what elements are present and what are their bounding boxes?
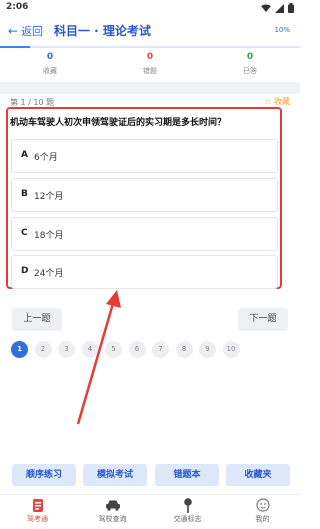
option-letter: B: [21, 189, 28, 199]
status-bar: 2:06: [0, 0, 300, 16]
profile-icon: [255, 498, 270, 512]
favorites-button[interactable]: 收藏夹: [226, 464, 290, 486]
question-pager: 1 2 3 4 5 6 7 8 9 10: [11, 341, 240, 358]
mock-exam-button[interactable]: 模拟考试: [83, 464, 147, 486]
stat-answered: 0 已答: [200, 52, 300, 76]
wrong-questions-button[interactable]: 错题本: [155, 464, 219, 486]
option-c[interactable]: C 18个月: [11, 217, 278, 251]
option-text: 18个月: [34, 231, 64, 241]
divider-band: [0, 82, 300, 94]
page-dot[interactable]: 2: [34, 341, 52, 358]
favorite-button[interactable]: ☆ 收藏: [264, 96, 290, 107]
page-dot[interactable]: 1: [11, 341, 28, 358]
next-question-button[interactable]: 下一题: [238, 308, 288, 331]
tab-label: 驾校查询: [98, 515, 127, 523]
exam-doc-icon: [32, 498, 43, 512]
page-dot[interactable]: 10: [222, 341, 240, 358]
tab-label: 驾考通: [27, 515, 48, 523]
stat-wrong: 0 错题: [100, 52, 200, 76]
wifi-icon: [261, 4, 271, 12]
stat-answered-label: 已答: [243, 67, 257, 75]
page-dot[interactable]: 7: [152, 341, 169, 358]
option-text: 6个月: [34, 153, 58, 163]
progress-percent: 10%: [274, 26, 290, 34]
tab-traffic-signs[interactable]: 交通标志: [150, 497, 225, 524]
page-dot[interactable]: 5: [105, 341, 122, 358]
tab-label: 交通标志: [173, 515, 202, 523]
stats-row: 0 收藏 0 错题 0 已答: [0, 48, 300, 82]
page-title: 科目一 · 理论考试: [54, 24, 151, 38]
prev-question-button[interactable]: 上一题: [12, 308, 62, 331]
signal-icon: [275, 3, 284, 13]
option-letter: C: [21, 228, 28, 238]
tab-school-search[interactable]: 驾校查询: [75, 497, 150, 524]
page-dot[interactable]: 6: [128, 341, 146, 358]
status-time: 2:06: [6, 2, 29, 12]
back-label: 返回: [21, 25, 44, 38]
page-dot[interactable]: 9: [199, 341, 216, 358]
page-dot[interactable]: 3: [58, 341, 75, 358]
sequential-practice-button[interactable]: 顺序练习: [12, 464, 76, 486]
stat-favorites-value: 0: [46, 52, 54, 62]
option-d[interactable]: D 24个月: [11, 255, 278, 289]
tab-exam[interactable]: 驾考通: [0, 497, 75, 524]
stat-favorites-label: 收藏: [43, 67, 57, 75]
option-text: 24个月: [34, 269, 64, 279]
page-dot[interactable]: 8: [175, 341, 193, 358]
battery-icon: [288, 3, 294, 13]
question-text: 机动车驾驶人初次申领驾驶证后的实习期是多长时间？: [10, 118, 227, 128]
option-letter: A: [21, 150, 28, 160]
sign-post-icon: [183, 497, 192, 513]
app-header: ← 返回 科目一 · 理论考试 10%: [0, 16, 300, 46]
back-arrow-icon: ←: [8, 24, 19, 38]
bottom-tab-bar: 驾考通 驾校查询 交通标志 我的: [0, 494, 300, 529]
stat-answered-value: 0: [246, 52, 254, 62]
option-text: 12个月: [34, 192, 64, 202]
stat-wrong-value: 0: [146, 52, 154, 62]
car-icon: [105, 500, 120, 511]
tab-profile[interactable]: 我的: [225, 497, 300, 524]
option-a[interactable]: A 6个月: [11, 139, 278, 173]
tab-label: 我的: [255, 515, 270, 523]
option-letter: D: [21, 266, 29, 276]
stat-wrong-label: 错题: [143, 67, 157, 75]
system-icons: [261, 3, 294, 13]
option-b[interactable]: B 12个月: [11, 178, 278, 212]
back-button[interactable]: ← 返回: [8, 23, 43, 39]
page-dot[interactable]: 4: [81, 341, 99, 358]
stat-favorites: 0 收藏: [0, 52, 100, 76]
